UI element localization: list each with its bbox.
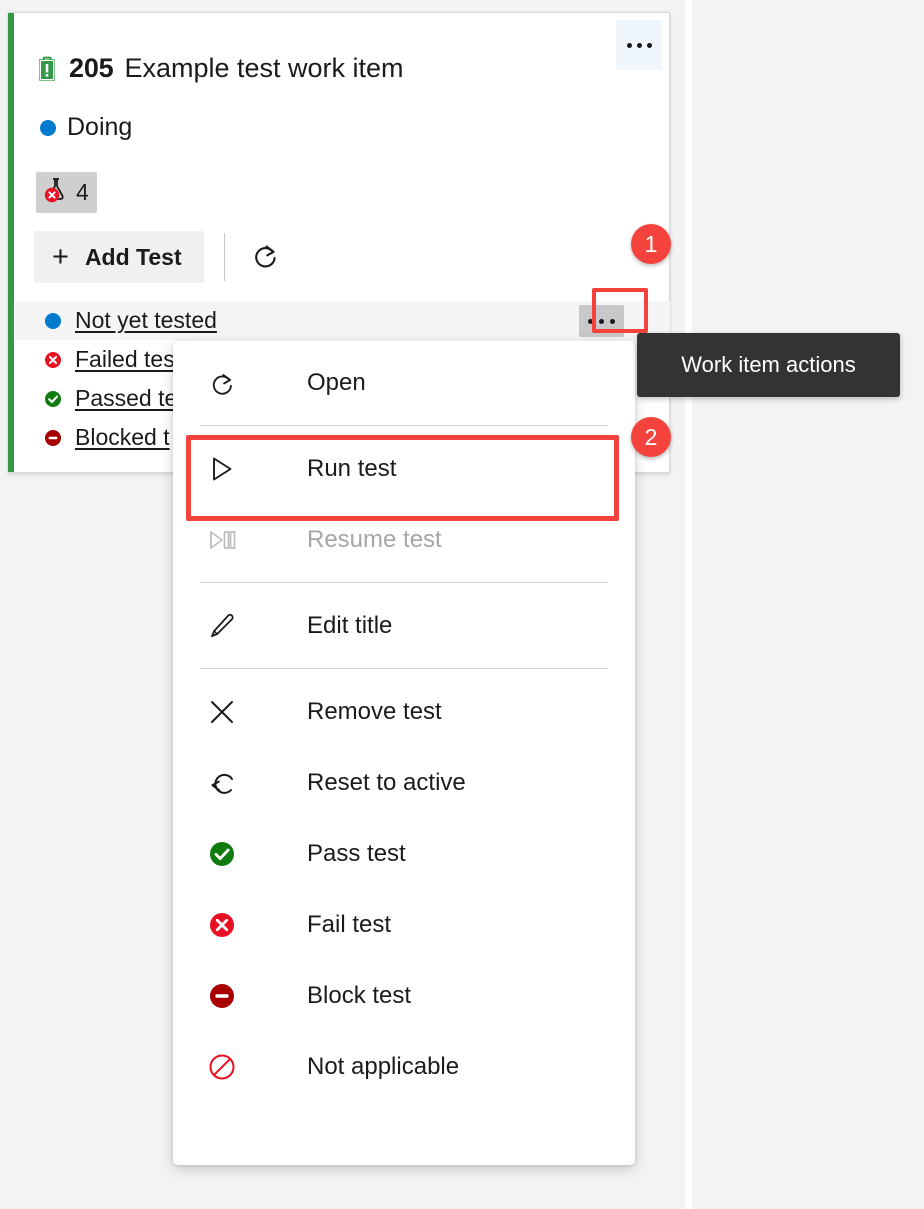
work-item-actions-tooltip: Work item actions (637, 333, 900, 397)
context-menu-separator (200, 668, 608, 669)
block-minus-icon (207, 981, 253, 1011)
context-menu-item-pass-test[interactable]: Pass test (173, 818, 635, 889)
context-menu-item-open[interactable]: Open (173, 347, 635, 418)
state-dot-icon (40, 119, 56, 136)
toolbar-divider (223, 233, 225, 281)
failed-status-icon (43, 350, 63, 370)
undo-arrow-icon (207, 768, 253, 798)
context-menu-item-label: Block test (307, 981, 412, 1009)
plus-icon: + (52, 240, 69, 273)
tooltip-text: Work item actions (681, 352, 856, 377)
context-menu-separator (200, 582, 608, 583)
context-menu-item-not-applicable[interactable]: Not applicable (173, 1031, 635, 1102)
ellipsis-dot-icon (610, 318, 615, 324)
play-icon (207, 454, 253, 484)
ellipsis-dot-icon (626, 42, 632, 48)
open-external-icon (207, 368, 253, 398)
ellipsis-dot-icon (588, 318, 593, 324)
background-right-pane (692, 0, 924, 1209)
test-item-context-menu[interactable]: Open Run test Resume test Edit title Rem… (173, 341, 635, 1165)
test-item-actions-ellipsis-button[interactable] (579, 305, 624, 337)
context-menu-item-label: Not applicable (307, 1052, 460, 1080)
passed-status-icon (43, 389, 63, 409)
refresh-arrow-icon (249, 239, 281, 276)
ellipsis-dot-icon (636, 42, 642, 48)
close-x-icon (207, 697, 253, 727)
context-menu-item-resume-test: Resume test (173, 504, 635, 575)
add-test-button[interactable]: + Add Test (34, 231, 204, 283)
callout-badge-2: 2 (631, 417, 671, 457)
context-menu-item-label: Resume test (307, 525, 442, 553)
screenshot-root: 205 Example test work item Doing 4 + Add… (0, 0, 924, 1209)
test-list-item-label[interactable]: Passed te (75, 385, 177, 412)
resume-icon (207, 525, 253, 555)
test-list-item-label[interactable]: Not yet tested (75, 307, 217, 334)
context-menu-item-label: Pass test (307, 839, 406, 867)
ellipsis-dot-icon (599, 318, 604, 324)
card-accent-bar (8, 13, 14, 472)
card-actions-ellipsis-button[interactable] (616, 20, 662, 70)
context-menu-item-remove-test[interactable]: Remove test (173, 676, 635, 747)
test-list-item-label[interactable]: Failed tes (75, 346, 175, 373)
task-clipboard-icon (36, 56, 58, 82)
context-menu-item-label: Fail test (307, 910, 392, 938)
fail-x-icon (207, 910, 253, 940)
active-status-icon (43, 311, 63, 331)
work-item-title-row: 205 Example test work item (36, 53, 404, 84)
context-menu-item-run-test[interactable]: Run test (173, 433, 635, 504)
callout-badge-1: 1 (631, 224, 671, 264)
background-white-strip (685, 0, 692, 1209)
context-menu-item-edit-title[interactable]: Edit title (173, 590, 635, 661)
context-menu-item-label: Run test (307, 454, 397, 482)
callout-number: 1 (644, 230, 658, 257)
test-toolbar: + Add Test (34, 231, 285, 283)
failed-flask-icon (41, 175, 71, 210)
context-menu-separator (200, 425, 608, 426)
work-item-state-row: Doing (40, 113, 132, 142)
test-list-item[interactable]: Not yet tested (15, 301, 670, 340)
context-menu-item-label: Reset to active (307, 768, 466, 796)
blocked-status-icon (43, 428, 63, 448)
not-applicable-icon (207, 1052, 253, 1082)
context-menu-item-label: Remove test (307, 697, 442, 725)
ellipsis-dot-icon (646, 42, 652, 48)
work-item-id: 205 (69, 53, 114, 83)
context-menu-item-fail-test[interactable]: Fail test (173, 889, 635, 960)
test-list-item-label[interactable]: Blocked t (75, 424, 170, 451)
work-item-title: Example test work item (124, 53, 404, 83)
refresh-button[interactable] (245, 237, 285, 277)
pass-check-icon (207, 839, 253, 869)
context-menu-item-label: Open (307, 368, 366, 396)
test-summary-badge[interactable]: 4 (36, 172, 97, 213)
context-menu-item-reset-to-active[interactable]: Reset to active (173, 747, 635, 818)
context-menu-item-label: Edit title (307, 611, 393, 639)
pencil-icon (207, 611, 253, 641)
add-test-label: Add Test (84, 243, 182, 270)
context-menu-item-block-test[interactable]: Block test (173, 960, 635, 1031)
callout-number: 2 (644, 423, 658, 450)
work-item-state: Doing (67, 113, 133, 141)
test-count: 4 (76, 179, 89, 205)
